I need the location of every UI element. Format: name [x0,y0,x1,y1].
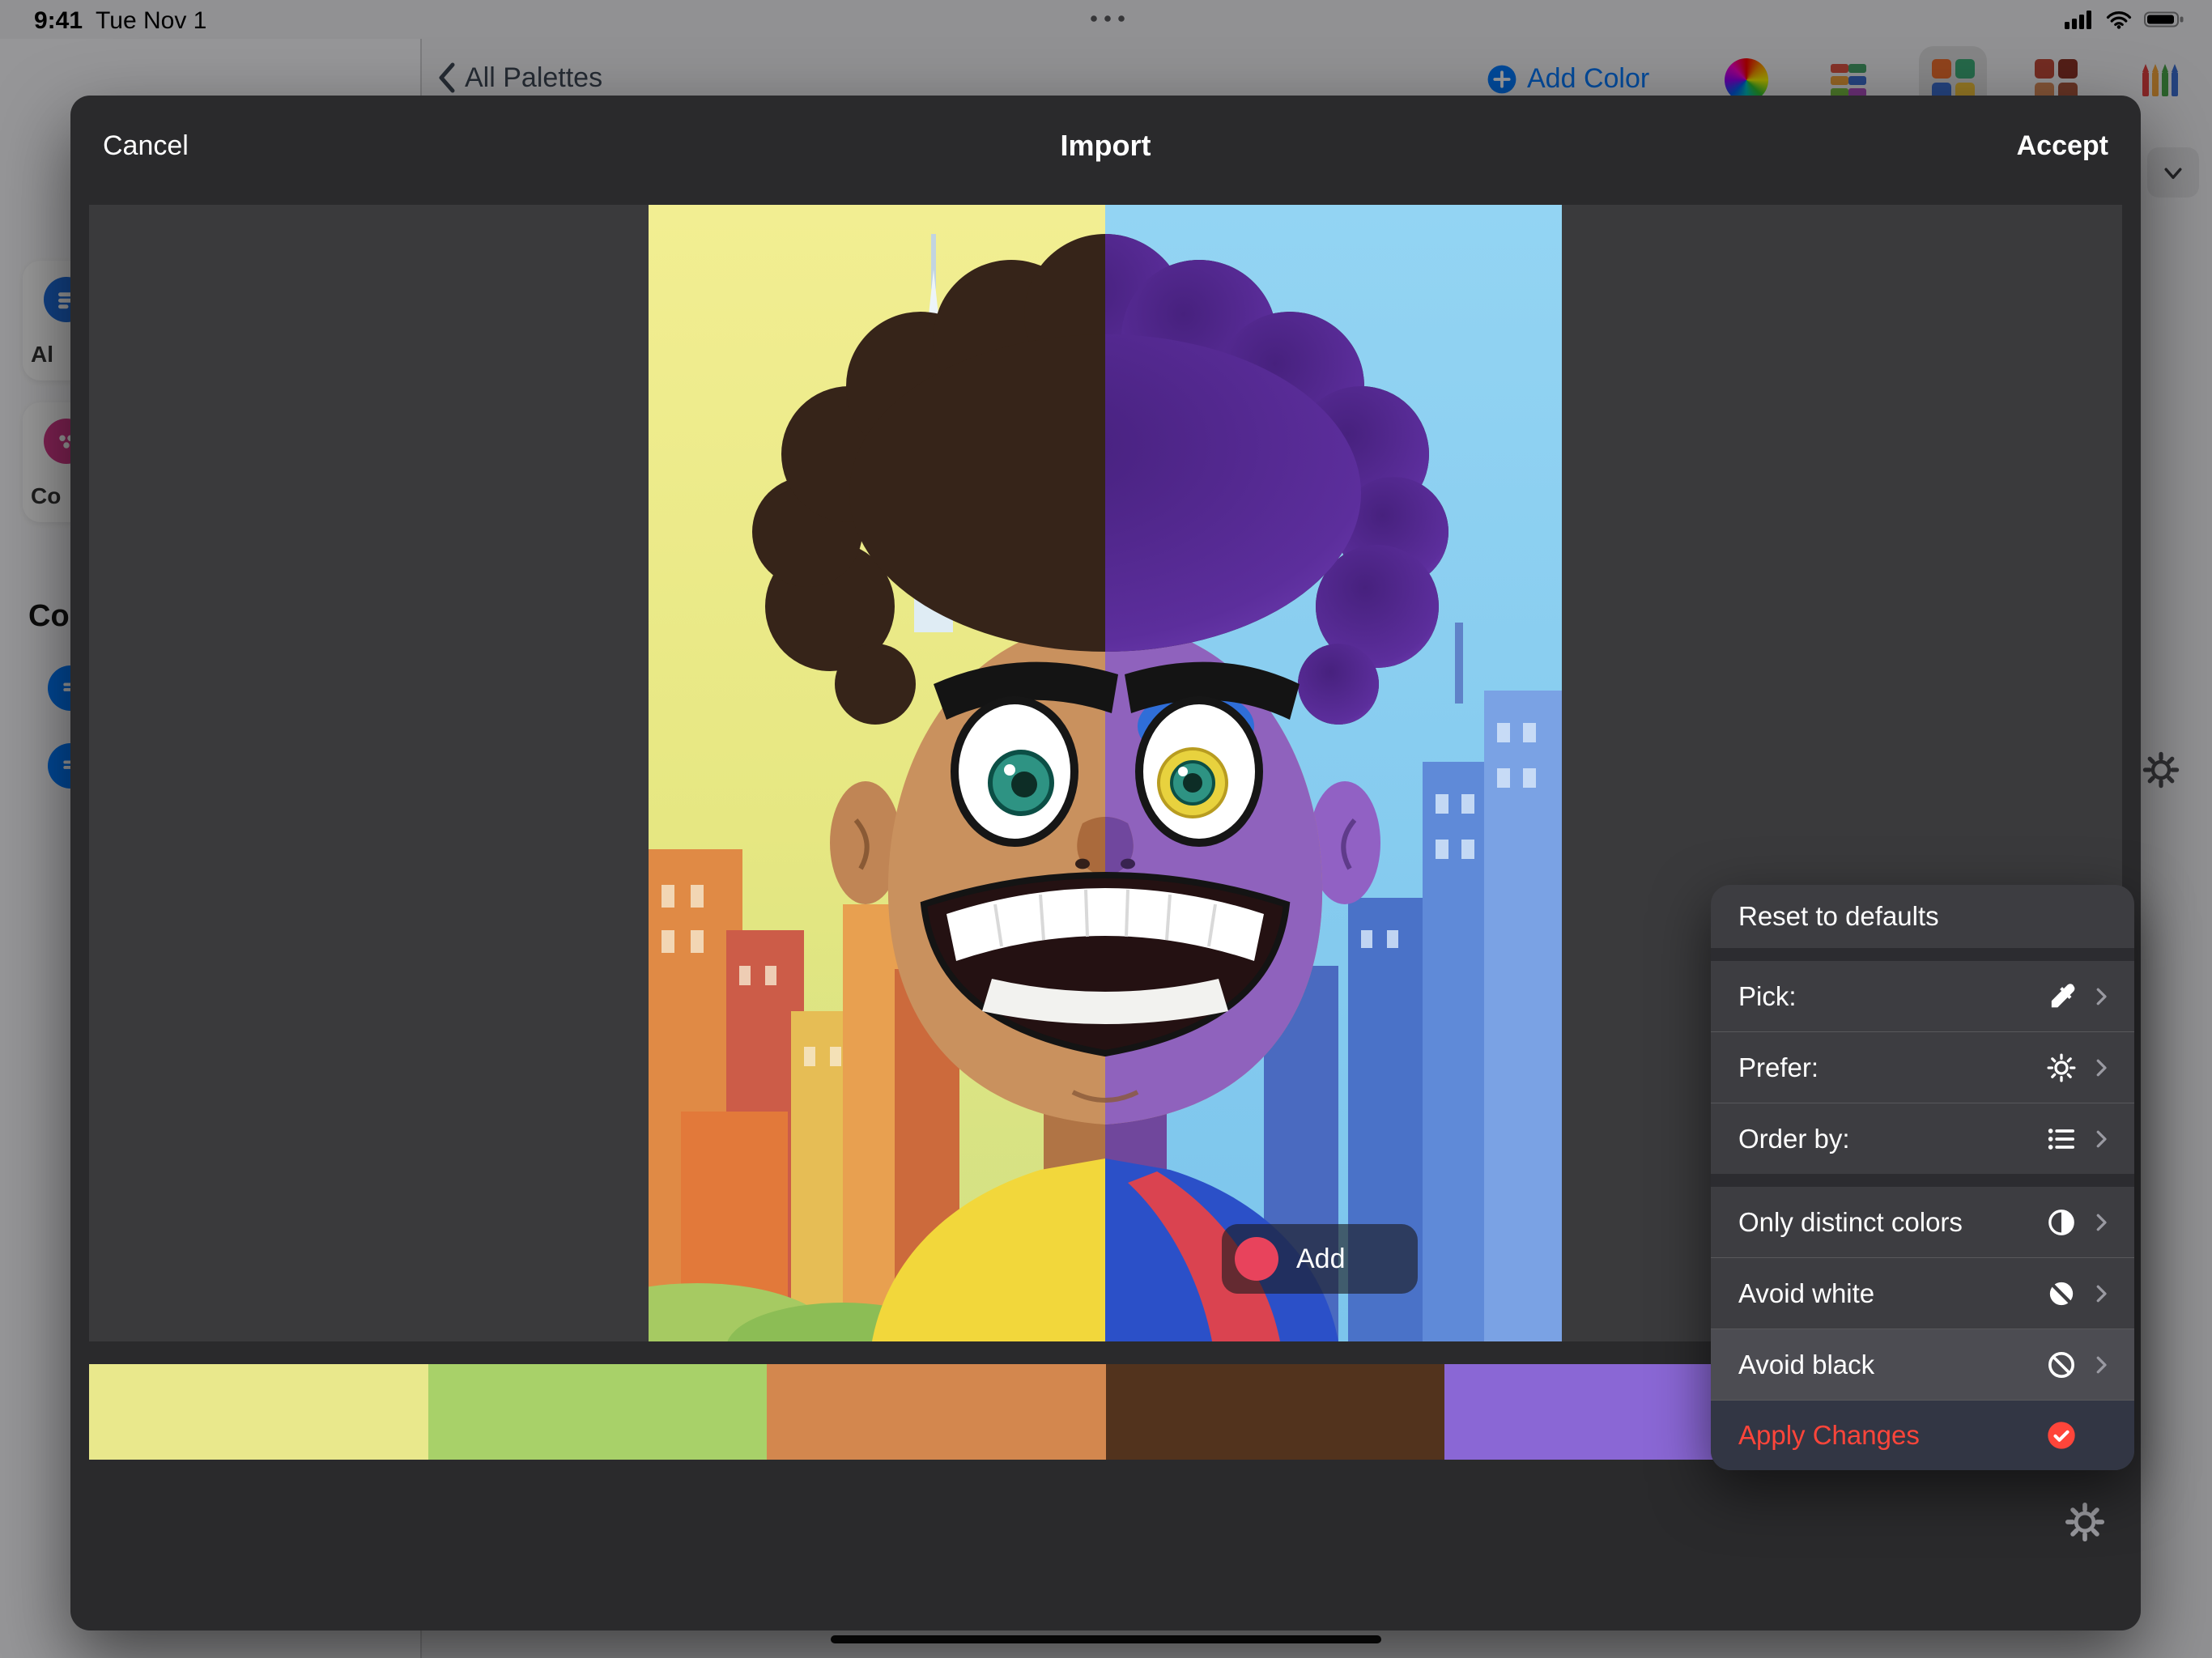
accept-button[interactable]: Accept [2017,130,2108,162]
chevron-right-icon [2089,1056,2113,1080]
slash-circle-outline-icon [2045,1349,2078,1381]
menu-item-avoid-white[interactable]: Avoid white [1711,1258,2134,1329]
import-settings-button[interactable] [2064,1501,2106,1543]
menu-item-apply-changes[interactable]: Apply Changes [1711,1401,2134,1470]
add-chip-label: Add [1296,1244,1346,1275]
menu-group-separator [1711,948,2134,961]
menu-item-label: Prefer: [1738,1052,1819,1083]
menu-item-only-distinct-colors[interactable]: Only distinct colors [1711,1187,2134,1257]
menu-group-separator [1711,1174,2134,1187]
chevron-right-icon [2089,1210,2113,1235]
menu-item-label: Avoid black [1738,1350,1874,1380]
slash-circle-filled-icon [2045,1278,2078,1310]
modal-header: Cancel Accept [70,96,2141,196]
ordered-list-icon [2045,1123,2078,1155]
check-circle-icon [2045,1419,2078,1452]
menu-item-label: Apply Changes [1738,1420,1920,1451]
menu-item-label: Reset to defaults [1738,901,1939,932]
palette-swatch[interactable] [428,1364,768,1460]
menu-item-order-by[interactable]: Order by: [1711,1103,2134,1174]
chevron-right-icon [2089,1353,2113,1377]
imported-artwork-image[interactable] [649,205,1562,1341]
menu-item-reset-defaults[interactable]: Reset to defaults [1711,885,2134,948]
chevron-right-icon [2089,984,2113,1009]
menu-item-prefer[interactable]: Prefer: [1711,1032,2134,1103]
add-color-chip[interactable]: Add [1222,1224,1418,1294]
chevron-right-icon [2089,1282,2113,1306]
cancel-button[interactable]: Cancel [103,130,189,162]
menu-item-label: Avoid white [1738,1278,1874,1309]
palette-swatch[interactable] [1106,1364,1445,1460]
import-options-menu: Reset to defaults Pick: Prefer: Order by… [1711,885,2134,1470]
palette-swatch[interactable] [89,1364,428,1460]
menu-item-label: Only distinct colors [1738,1207,1963,1238]
picked-color-dot [1235,1237,1278,1281]
menu-item-avoid-black[interactable]: Avoid black [1711,1329,2134,1400]
eyedropper-icon [2045,980,2078,1013]
palette-swatch[interactable] [767,1364,1106,1460]
gear-icon [2064,1501,2106,1543]
menu-item-label: Pick: [1738,981,1797,1012]
menu-item-label: Order by: [1738,1124,1850,1154]
chevron-right-icon [2089,1127,2113,1151]
sun-icon [2045,1052,2078,1084]
menu-item-pick[interactable]: Pick: [1711,961,2134,1031]
contrast-icon [2045,1206,2078,1239]
